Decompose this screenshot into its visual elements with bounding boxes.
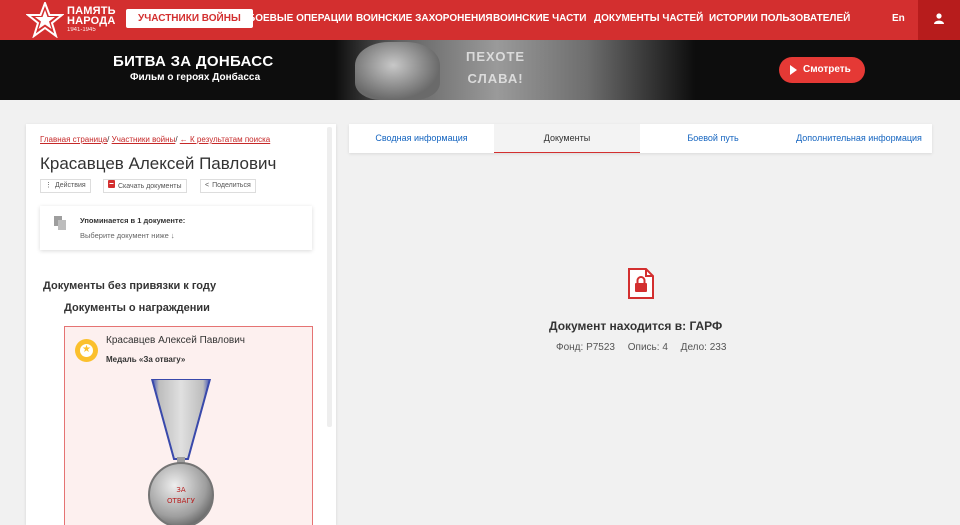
nav-user-stories[interactable]: ИСТОРИИ ПОЛЬЗОВАТЕЛЕЙ: [709, 0, 850, 40]
tab-bar: Сводная информация Документы Боевой путь…: [349, 124, 932, 153]
breadcrumb-participants[interactable]: Участники войны: [112, 135, 176, 144]
breadcrumb-back-to-results[interactable]: ← К результатам поиска: [180, 135, 270, 144]
nav-units[interactable]: ВОИНСКИЕ ЧАСТИ: [493, 0, 586, 40]
download-documents-button[interactable]: Скачать документы: [103, 179, 187, 193]
tab-summary[interactable]: Сводная информация: [349, 124, 494, 153]
logo-text: ПАМЯТЬ НАРОДА: [67, 5, 116, 27]
breadcrumb-home[interactable]: Главная страница: [40, 135, 107, 144]
banner-subtitle: Фильм о героях Донбасса: [130, 72, 261, 83]
delo-label: Дело: 233: [680, 342, 727, 353]
tab-combat-path[interactable]: Боевой путь: [640, 124, 786, 153]
documents-icon: [54, 216, 66, 230]
logo-years: 1941-1945: [67, 27, 96, 33]
nav-participants[interactable]: УЧАСТНИКИ ВОЙНЫ: [126, 9, 253, 28]
top-nav: ПАМЯТЬ НАРОДА 1941-1945 УЧАСТНИКИ ВОЙНЫ …: [0, 0, 960, 40]
locked-document-icon: [628, 268, 654, 299]
tab-additional-info[interactable]: Дополнительная информация: [786, 124, 932, 153]
breadcrumb: Главная страница/ Участники войны/ ← К р…: [40, 135, 271, 144]
nav-operations[interactable]: БОЕВЫЕ ОПЕРАЦИИ: [248, 0, 352, 40]
watch-button[interactable]: Смотреть: [779, 57, 865, 83]
user-button[interactable]: [918, 0, 960, 40]
logo[interactable]: ПАМЯТЬ НАРОДА 1941-1945: [26, 2, 116, 38]
mention-title: Упоминается в 1 документе:: [80, 216, 186, 225]
nav-burials[interactable]: ВОИНСКИЕ ЗАХОРОНЕНИЯ: [356, 0, 493, 40]
opis-label: Опись: 4: [627, 342, 668, 353]
docs-category: Документы о награждении: [64, 302, 210, 314]
document-archive-info: Фонд: Р7523 Опись: 4 Дело: 233: [556, 342, 736, 353]
language-switch[interactable]: En: [892, 0, 905, 38]
banner-title: БИТВА ЗА ДОНБАСС: [113, 53, 274, 70]
medal-image: ЗА ОТВАГУ: [148, 379, 214, 525]
share-icon: <: [205, 182, 210, 189]
award-star-icon: ★: [75, 339, 98, 362]
award-document-card[interactable]: ★ Красавцев Алексей Павлович Медаль «За …: [64, 326, 313, 525]
nav-unit-documents[interactable]: ДОКУМЕНТЫ ЧАСТЕЙ: [594, 0, 703, 40]
left-scrollbar[interactable]: [327, 127, 332, 427]
star-logo-icon: [26, 2, 64, 38]
user-icon: [934, 13, 944, 24]
fond-label: Фонд: Р7523: [556, 342, 615, 353]
banner-soldier-image: [355, 42, 440, 100]
actions-button[interactable]: ⋮ Действия: [40, 179, 91, 193]
docs-year-group: Документы без привязки к году: [43, 280, 217, 292]
banner-engraving: ПЕХОТЕ СЛАВА!: [466, 49, 526, 86]
svg-text:ОТВАГУ: ОТВАГУ: [167, 497, 196, 505]
document-location: Документ находится в: ГАРФ: [549, 319, 723, 333]
award-person-name: Красавцев Алексей Павлович: [106, 335, 246, 346]
award-medal-name: Медаль «За отвагу»: [106, 355, 186, 364]
pdf-icon: [108, 180, 115, 188]
person-panel: Главная страница/ Участники войны/ ← К р…: [26, 124, 336, 525]
mention-card: Упоминается в 1 документе: Выберите доку…: [40, 206, 312, 250]
share-button[interactable]: < Поделиться: [200, 179, 256, 193]
tab-documents[interactable]: Документы: [494, 124, 640, 153]
svg-text:ЗА: ЗА: [176, 486, 185, 494]
mention-hint: Выберите документ ниже ↓: [80, 231, 175, 240]
more-vertical-icon: ⋮: [45, 182, 52, 189]
page-title: Красавцев Алексей Павлович: [40, 154, 277, 173]
